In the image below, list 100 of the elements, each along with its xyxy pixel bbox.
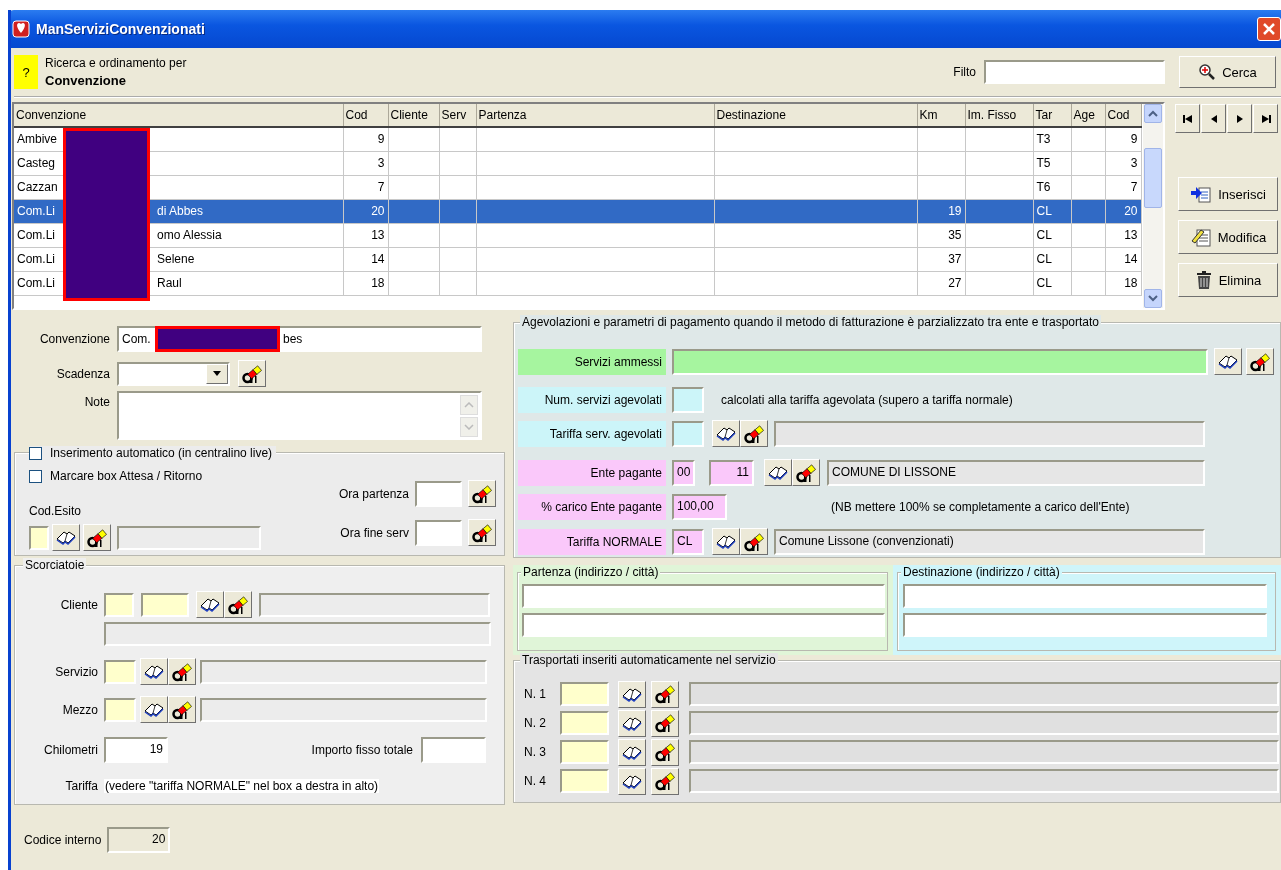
table-row[interactable]: Com.Li di Abbes 20 19 CL 20 <box>14 199 1141 223</box>
column-header[interactable]: Km <box>917 104 965 127</box>
number-field[interactable]: 20 <box>107 827 171 853</box>
clear-button[interactable] <box>792 459 820 486</box>
description-field[interactable] <box>774 420 1205 447</box>
column-header[interactable]: Im. Fisso <box>965 104 1033 127</box>
action-button[interactable]: Inserisci <box>1178 177 1278 211</box>
lookup-button[interactable] <box>1214 348 1242 375</box>
code-field[interactable]: 00 <box>672 459 695 486</box>
code-field[interactable] <box>104 697 136 722</box>
clear-button[interactable] <box>168 696 196 723</box>
description-field[interactable] <box>689 769 1279 793</box>
code-field[interactable] <box>672 420 704 447</box>
description-field[interactable] <box>689 740 1279 764</box>
code-field[interactable] <box>560 769 609 793</box>
book-icon <box>200 597 220 612</box>
dropdown-button[interactable] <box>206 363 228 384</box>
code-field[interactable] <box>141 592 189 617</box>
address-field[interactable] <box>522 584 885 608</box>
description-field[interactable]: Comune Lissone (convenzionati) <box>774 528 1205 555</box>
lookup-button[interactable] <box>712 420 740 447</box>
lookup-button[interactable] <box>140 658 168 685</box>
lookup-button[interactable] <box>52 524 80 551</box>
lookup-button[interactable] <box>618 680 646 708</box>
clear-button[interactable] <box>651 738 679 766</box>
checkbox[interactable] <box>29 469 42 483</box>
clear-button[interactable] <box>468 519 496 546</box>
clear-button[interactable] <box>651 709 679 737</box>
column-header[interactable]: Convenzione <box>14 104 343 127</box>
description-field[interactable] <box>200 659 487 684</box>
column-header[interactable]: Cliente <box>388 104 439 127</box>
clear-button[interactable] <box>740 528 768 555</box>
clear-button[interactable] <box>651 680 679 708</box>
description-field[interactable] <box>200 697 487 722</box>
scroll-up-button[interactable] <box>1144 104 1162 123</box>
description-field[interactable]: COMUNE DI LISSONE <box>827 459 1205 486</box>
code-field[interactable] <box>560 740 609 764</box>
lookup-button[interactable] <box>712 528 740 555</box>
chevron-down-icon <box>464 424 474 430</box>
help-button[interactable]: ? <box>14 55 38 89</box>
number-field[interactable]: 19 <box>104 737 168 763</box>
column-header[interactable]: Partenza <box>476 104 714 127</box>
lookup-button[interactable] <box>618 709 646 737</box>
action-button[interactable]: Elimina <box>1178 263 1278 297</box>
clear-button[interactable] <box>468 480 496 507</box>
city-field[interactable] <box>903 613 1267 637</box>
clear-button[interactable] <box>1246 348 1274 375</box>
time-field[interactable] <box>415 519 462 546</box>
city-field[interactable] <box>522 613 885 637</box>
description-field[interactable] <box>104 622 491 646</box>
navigation-button[interactable] <box>1253 104 1278 133</box>
code-field[interactable]: CL <box>672 528 704 555</box>
close-button[interactable] <box>1257 17 1281 41</box>
clear-button[interactable] <box>740 420 768 447</box>
clear-button[interactable] <box>238 360 266 387</box>
column-header[interactable]: Tar <box>1033 104 1071 127</box>
lookup-button[interactable] <box>196 591 224 618</box>
scroll-down-button[interactable] <box>1144 289 1162 308</box>
action-button[interactable]: Modifica <box>1178 220 1278 254</box>
clear-button[interactable] <box>83 524 111 551</box>
code-field[interactable]: 11 <box>709 459 754 486</box>
description-field[interactable] <box>259 592 490 617</box>
dropdown[interactable] <box>117 361 230 386</box>
lookup-button[interactable] <box>618 767 646 795</box>
search-button[interactable]: Cerca <box>1179 56 1276 88</box>
column-header[interactable]: Serv <box>439 104 476 127</box>
clear-button[interactable] <box>224 591 252 618</box>
code-field[interactable] <box>560 682 609 706</box>
column-header[interactable]: Cod <box>1105 104 1141 127</box>
code-field[interactable] <box>29 525 49 550</box>
table-cell: 37 <box>948 252 962 266</box>
text-field[interactable]: Com. bes <box>117 326 482 352</box>
lookup-button[interactable] <box>618 738 646 766</box>
checkbox[interactable] <box>29 446 42 460</box>
description-field[interactable] <box>689 711 1279 735</box>
navigation-button[interactable] <box>1227 104 1252 133</box>
scroll-thumb[interactable] <box>1144 148 1162 208</box>
scrollbar[interactable] <box>1143 104 1163 308</box>
column-header[interactable]: Destinazione <box>714 104 917 127</box>
description-field[interactable] <box>689 682 1279 706</box>
clear-button[interactable] <box>651 767 679 795</box>
column-header[interactable]: Cod <box>343 104 388 127</box>
number-field[interactable] <box>421 737 486 763</box>
filter-field[interactable] <box>984 60 1165 84</box>
column-header[interactable]: Age <box>1071 104 1105 127</box>
navigation-button[interactable] <box>1175 104 1200 133</box>
clear-button[interactable] <box>168 658 196 685</box>
text-field[interactable] <box>672 348 1208 375</box>
table-cell: Ambive <box>17 132 57 146</box>
description-field[interactable] <box>117 525 261 550</box>
code-field[interactable] <box>104 592 134 617</box>
time-field[interactable] <box>415 480 462 507</box>
lookup-button[interactable] <box>140 696 168 723</box>
number-field[interactable] <box>672 387 704 413</box>
address-field[interactable] <box>903 584 1267 608</box>
code-field[interactable] <box>104 659 136 684</box>
lookup-button[interactable] <box>764 459 792 486</box>
number-field[interactable]: 100,00 <box>672 494 727 520</box>
navigation-button[interactable] <box>1201 104 1226 133</box>
code-field[interactable] <box>560 711 609 735</box>
